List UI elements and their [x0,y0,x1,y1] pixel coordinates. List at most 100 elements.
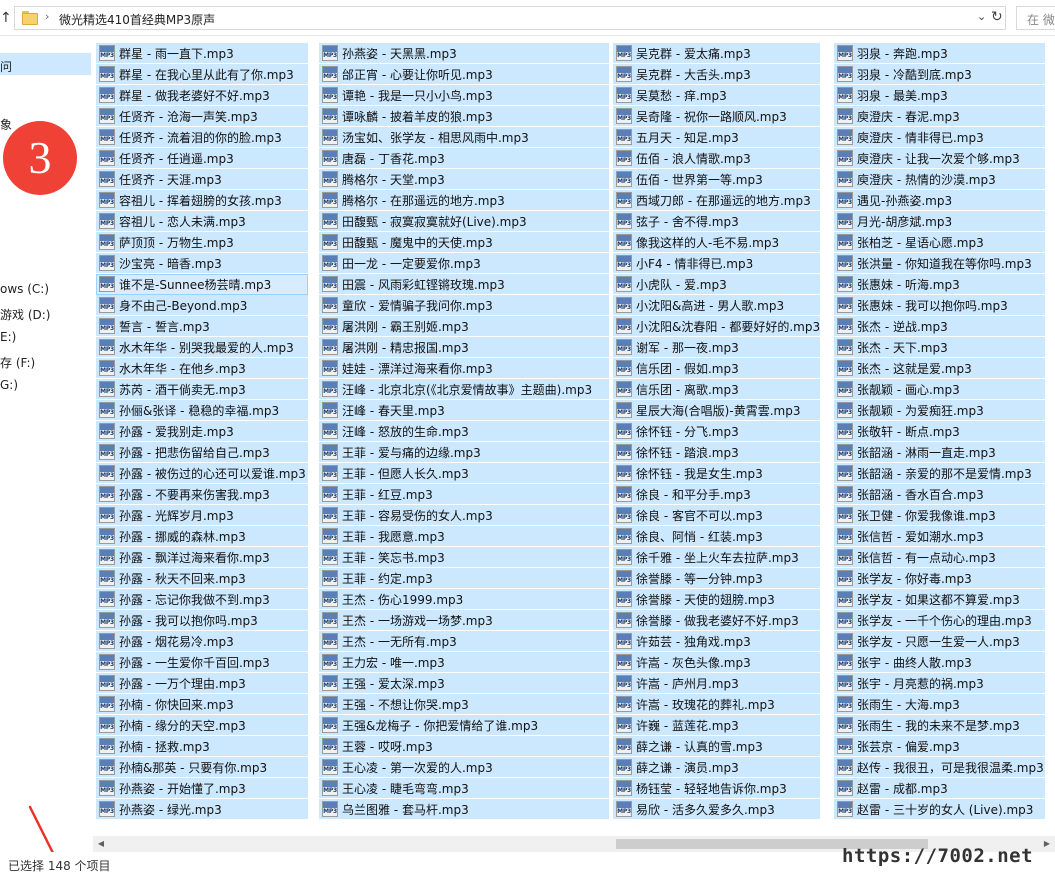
file-item[interactable]: MP3 孙露 - 把悲伤留给自己.mp3 [96,442,308,463]
file-item[interactable]: MP3 徐良 - 客官不可以.mp3 [613,505,820,526]
file-item[interactable]: MP3 张学友 - 一千个伤心的理由.mp3 [834,610,1045,631]
file-item[interactable]: MP3 张敬轩 - 断点.mp3 [834,421,1045,442]
file-item[interactable]: MP3 徐誉滕 - 等一分钟.mp3 [613,568,820,589]
file-item[interactable]: MP3 谭艳 - 我是一只小小鸟.mp3 [319,85,609,106]
file-item[interactable]: MP3 薛之谦 - 认真的雪.mp3 [613,736,820,757]
nav-item[interactable]: G:) [0,378,18,392]
file-item[interactable]: MP3 孙楠 - 缘分的天空.mp3 [96,715,308,736]
breadcrumb-current-folder[interactable]: 微光精选410首经典MP3原声 [59,11,215,28]
file-item[interactable]: MP3 容祖儿 - 恋人未满.mp3 [96,211,308,232]
file-item[interactable]: MP3 张韶涵 - 香水百合.mp3 [834,484,1045,505]
file-item[interactable]: MP3 张信哲 - 爱如潮水.mp3 [834,526,1045,547]
file-item[interactable]: MP3 乌兰图雅 - 套马杆.mp3 [319,799,609,820]
file-item[interactable]: MP3 庾澄庆 - 情非得已.mp3 [834,127,1045,148]
file-item[interactable]: MP3 任贤齐 - 天涯.mp3 [96,169,308,190]
file-item[interactable]: MP3 庾澄庆 - 热情的沙漠.mp3 [834,169,1045,190]
file-item[interactable]: MP3 身不由己-Beyond.mp3 [96,295,308,316]
file-item[interactable]: MP3 小沈阳&沈春阳 - 都要好好的.mp3 [613,316,820,337]
file-item[interactable]: MP3 王心凌 - 第一次爱的人.mp3 [319,757,609,778]
file-item[interactable]: MP3 孙露 - 爱我别走.mp3 [96,421,308,442]
file-item[interactable]: MP3 张惠妹 - 我可以抱你吗.mp3 [834,295,1045,316]
file-item[interactable]: MP3 王菲 - 容易受伤的女人.mp3 [319,505,609,526]
file-item[interactable]: MP3 水木年华 - 别哭我最爱的人.mp3 [96,337,308,358]
file-item[interactable]: MP3 徐誉滕 - 做我老婆好不好.mp3 [613,610,820,631]
file-item[interactable]: MP3 王强 - 不想让你哭.mp3 [319,694,609,715]
file-item[interactable]: MP3 张惠妹 - 听海.mp3 [834,274,1045,295]
file-item[interactable]: MP3 许嵩 - 玫瑰花的葬礼.mp3 [613,694,820,715]
breadcrumb-separator[interactable]: › [45,10,49,23]
scroll-right-icon[interactable]: ▶ [1039,836,1055,852]
file-item[interactable]: MP3 群星 - 做我老婆好不好.mp3 [96,85,308,106]
file-item[interactable]: MP3 王菲 - 红豆.mp3 [319,484,609,505]
file-item[interactable]: MP3 张靓颖 - 画心.mp3 [834,379,1045,400]
file-item[interactable]: MP3 张信哲 - 有一点动心.mp3 [834,547,1045,568]
nav-item[interactable]: 游戏 (D:) [0,306,50,323]
scroll-left-icon[interactable]: ◀ [93,836,109,852]
file-item[interactable]: MP3 小沈阳&高进 - 男人歌.mp3 [613,295,820,316]
file-item[interactable]: MP3 孙楠 - 你快回来.mp3 [96,694,308,715]
file-item[interactable]: MP3 田震 - 风雨彩虹铿锵玫瑰.mp3 [319,274,609,295]
file-item[interactable]: MP3 王杰 - 一无所有.mp3 [319,631,609,652]
up-arrow-icon[interactable]: ↑ [0,8,12,28]
file-item[interactable]: MP3 小F4 - 情非得已.mp3 [613,253,820,274]
file-item[interactable]: MP3 孙露 - 一万个理由.mp3 [96,673,308,694]
refresh-icon[interactable]: ↻ [991,9,1005,27]
file-item[interactable]: MP3 孙露 - 不要再来伤害我.mp3 [96,484,308,505]
file-item[interactable]: MP3 王力宏 - 唯一.mp3 [319,652,609,673]
file-item[interactable]: MP3 赵雷 - 三十岁的女人 (Live).mp3 [834,799,1045,820]
file-item[interactable]: MP3 田馥甄 - 寂寞寂寞就好(Live).mp3 [319,211,609,232]
file-item[interactable]: MP3 张洪量 - 你知道我在等你吗.mp3 [834,253,1045,274]
file-item[interactable]: MP3 汪峰 - 北京北京(《北京爱情故事》主题曲).mp3 [319,379,609,400]
file-item[interactable]: MP3 徐怀钰 - 分飞.mp3 [613,421,820,442]
file-item[interactable]: MP3 唐磊 - 丁香花.mp3 [319,148,609,169]
file-item[interactable]: MP3 任贤齐 - 任逍遥.mp3 [96,148,308,169]
file-item[interactable]: MP3 伍佰 - 浪人情歌.mp3 [613,148,820,169]
file-item[interactable]: MP3 孙燕姿 - 开始懂了.mp3 [96,778,308,799]
file-item[interactable]: MP3 张学友 - 如果这都不算爱.mp3 [834,589,1045,610]
file-item[interactable]: MP3 孙露 - 飘洋过海来看你.mp3 [96,547,308,568]
file-item[interactable]: MP3 孙露 - 挪威的森林.mp3 [96,526,308,547]
file-item[interactable]: MP3 群星 - 在我心里从此有了你.mp3 [96,64,308,85]
file-item[interactable]: MP3 孙露 - 我可以抱你吗.mp3 [96,610,308,631]
file-item[interactable]: MP3 孙露 - 一生爱你千百回.mp3 [96,652,308,673]
file-item[interactable]: MP3 许嵩 - 灰色头像.mp3 [613,652,820,673]
file-item[interactable]: MP3 腾格尔 - 天堂.mp3 [319,169,609,190]
file-item[interactable]: MP3 小虎队 - 爱.mp3 [613,274,820,295]
file-item[interactable]: MP3 孙俪&张译 - 稳稳的幸福.mp3 [96,400,308,421]
search-input[interactable]: 在 微光精选 [1016,6,1055,30]
file-item[interactable]: MP3 王菲 - 爱与痛的边缘.mp3 [319,442,609,463]
file-item[interactable]: MP3 王菲 - 约定.mp3 [319,568,609,589]
file-item[interactable]: MP3 任贤齐 - 沧海一声笑.mp3 [96,106,308,127]
file-item[interactable]: MP3 张杰 - 逆战.mp3 [834,316,1045,337]
file-item[interactable]: MP3 王菲 - 我愿意.mp3 [319,526,609,547]
file-item[interactable]: MP3 水木年华 - 在他乡.mp3 [96,358,308,379]
nav-item[interactable]: 存 (F:) [0,354,35,371]
nav-item[interactable]: 问 [0,58,12,75]
file-item[interactable]: MP3 张雨生 - 大海.mp3 [834,694,1045,715]
file-item[interactable]: MP3 张宇 - 曲终人散.mp3 [834,652,1045,673]
file-item[interactable]: MP3 谢军 - 那一夜.mp3 [613,337,820,358]
file-item[interactable]: MP3 王杰 - 伤心1999.mp3 [319,589,609,610]
file-item[interactable]: MP3 月光-胡彦斌.mp3 [834,211,1045,232]
file-item[interactable]: MP3 吴克群 - 大舌头.mp3 [613,64,820,85]
file-item[interactable]: MP3 王菲 - 但愿人长久.mp3 [319,463,609,484]
file-item[interactable]: MP3 五月天 - 知足.mp3 [613,127,820,148]
file-item[interactable]: MP3 孙楠&那英 - 只要有你.mp3 [96,757,308,778]
file-item[interactable]: MP3 易欣 - 活多久爱多久.mp3 [613,799,820,820]
file-item[interactable]: MP3 信乐团 - 离歌.mp3 [613,379,820,400]
file-item[interactable]: MP3 汤宝如、张学友 - 相思风雨中.mp3 [319,127,609,148]
file-item[interactable]: MP3 张芸京 - 偏爱.mp3 [834,736,1045,757]
file-item[interactable]: MP3 徐怀钰 - 我是女生.mp3 [613,463,820,484]
file-item[interactable]: MP3 谁不是-Sunnee杨芸晴.mp3 [96,274,308,295]
file-item[interactable]: MP3 娃娃 - 漂洋过海来看你.mp3 [319,358,609,379]
file-item[interactable]: MP3 沙宝亮 - 暗香.mp3 [96,253,308,274]
file-item[interactable]: MP3 遇见-孙燕姿.mp3 [834,190,1045,211]
nav-item[interactable]: E:) [0,330,16,344]
file-item[interactable]: MP3 张靓颖 - 为爱痴狂.mp3 [834,400,1045,421]
file-item[interactable]: MP3 王强&龙梅子 - 你把爱情给了谁.mp3 [319,715,609,736]
file-item[interactable]: MP3 田馥甄 - 魔鬼中的天使.mp3 [319,232,609,253]
file-item[interactable]: MP3 庾澄庆 - 让我一次爱个够.mp3 [834,148,1045,169]
file-item[interactable]: MP3 薛之谦 - 演员.mp3 [613,757,820,778]
file-item[interactable]: MP3 赵传 - 我很丑，可是我很温柔.mp3 [834,757,1045,778]
file-item[interactable]: MP3 孙露 - 被伤过的心还可以爱谁.mp3 [96,463,308,484]
